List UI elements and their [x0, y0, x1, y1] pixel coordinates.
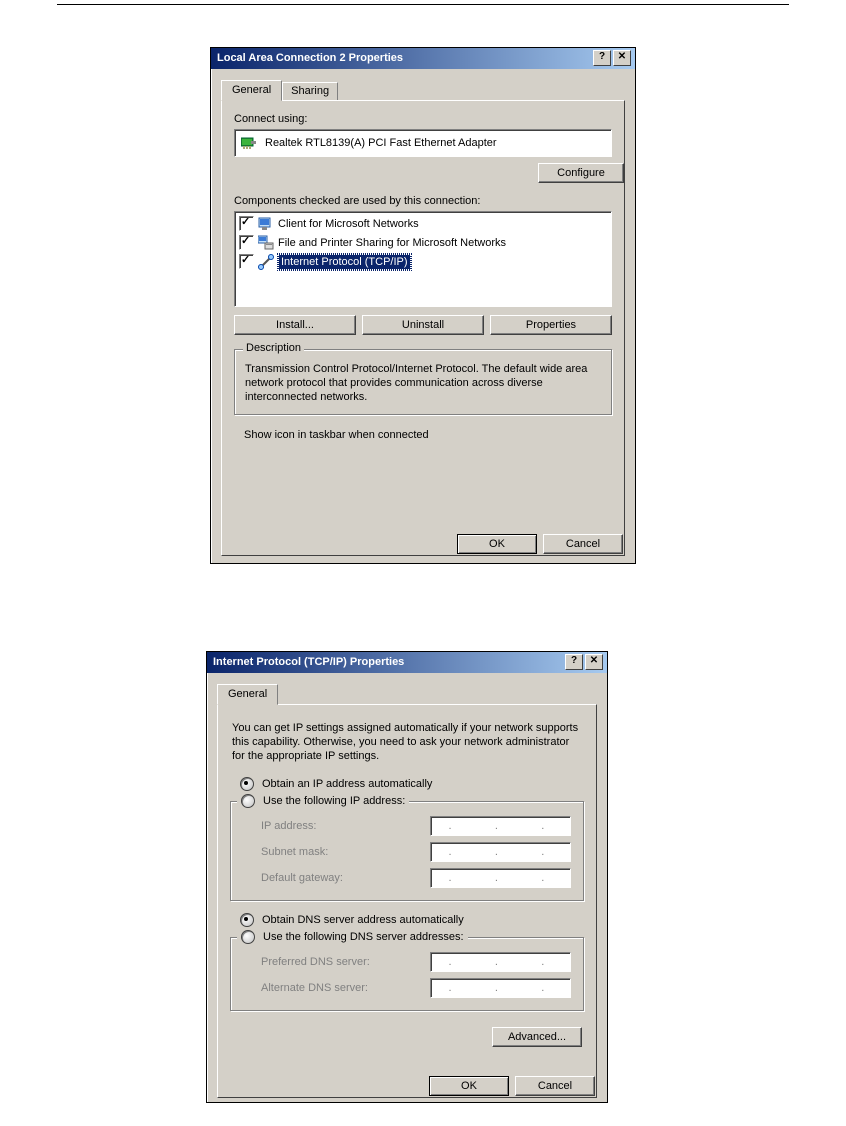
gateway-input[interactable]: ...	[430, 868, 571, 888]
titlebar[interactable]: Local Area Connection 2 Properties ? ✕	[211, 48, 635, 69]
radio-obtain-ip[interactable]	[240, 777, 254, 791]
radio-obtain-dns[interactable]	[240, 913, 254, 927]
checkbox[interactable]	[239, 254, 254, 269]
tab-general[interactable]: General	[217, 684, 278, 705]
close-button[interactable]: ✕	[585, 654, 603, 670]
window-title: Local Area Connection 2 Properties	[217, 52, 593, 64]
tcpip-properties-dialog: Internet Protocol (TCP/IP) Properties ? …	[206, 651, 608, 1103]
checkbox[interactable]	[239, 235, 254, 250]
ok-button[interactable]: OK	[429, 1076, 509, 1096]
ip-address-label: IP address:	[261, 820, 430, 832]
list-item[interactable]: File and Printer Sharing for Microsoft N…	[237, 233, 609, 252]
cancel-button[interactable]: Cancel	[543, 534, 623, 554]
client-icon	[258, 216, 274, 232]
adapter-field: Realtek RTL8139(A) PCI Fast Ethernet Ada…	[234, 129, 612, 157]
adapter-name: Realtek RTL8139(A) PCI Fast Ethernet Ada…	[265, 137, 497, 149]
list-item-label: Internet Protocol (TCP/IP)	[278, 254, 411, 270]
cancel-button[interactable]: Cancel	[515, 1076, 595, 1096]
tab-general[interactable]: General	[221, 80, 282, 101]
help-button[interactable]: ?	[565, 654, 583, 670]
components-label: Components checked are used by this conn…	[234, 195, 612, 207]
connect-using-label: Connect using:	[234, 113, 612, 125]
protocol-icon	[258, 254, 274, 270]
pref-dns-label: Preferred DNS server:	[261, 956, 430, 968]
window-title: Internet Protocol (TCP/IP) Properties	[213, 656, 565, 668]
radio-use-ip[interactable]	[241, 794, 255, 808]
page-divider	[57, 4, 789, 5]
list-item[interactable]: Client for Microsoft Networks	[237, 214, 609, 233]
list-item-label: File and Printer Sharing for Microsoft N…	[278, 237, 506, 249]
description-legend: Description	[243, 342, 304, 354]
help-button[interactable]: ?	[593, 50, 611, 66]
alt-dns-input[interactable]: ...	[430, 978, 571, 998]
subnet-input[interactable]: ...	[430, 842, 571, 862]
configure-button[interactable]: Configure	[538, 163, 624, 183]
advanced-button[interactable]: Advanced...	[492, 1027, 582, 1047]
lan-properties-dialog: Local Area Connection 2 Properties ? ✕ G…	[210, 47, 636, 564]
use-dns-label: Use the following DNS server addresses:	[263, 931, 464, 943]
share-icon	[258, 235, 274, 251]
use-ip-radio-row[interactable]: Use the following IP address:	[237, 794, 409, 808]
obtain-dns-label: Obtain DNS server address automatically	[262, 914, 464, 926]
radio-use-dns[interactable]	[241, 930, 255, 944]
info-text: You can get IP settings assigned automat…	[232, 721, 582, 763]
taskbar-label: Show icon in taskbar when connected	[244, 429, 429, 441]
nic-icon	[241, 136, 257, 150]
list-item[interactable]: Internet Protocol (TCP/IP)	[237, 252, 609, 271]
pref-dns-input[interactable]: ...	[430, 952, 571, 972]
description-text: Transmission Control Protocol/Internet P…	[245, 362, 601, 404]
ok-button[interactable]: OK	[457, 534, 537, 554]
obtain-ip-radio-row[interactable]: Obtain an IP address automatically	[240, 777, 584, 791]
description-group: Description Transmission Control Protoco…	[234, 349, 612, 415]
titlebar[interactable]: Internet Protocol (TCP/IP) Properties ? …	[207, 652, 607, 673]
alt-dns-label: Alternate DNS server:	[261, 982, 430, 994]
subnet-label: Subnet mask:	[261, 846, 430, 858]
gateway-label: Default gateway:	[261, 872, 430, 884]
components-list[interactable]: Client for Microsoft Networks File and P…	[234, 211, 612, 307]
obtain-ip-label: Obtain an IP address automatically	[262, 778, 432, 790]
dns-group: Use the following DNS server addresses: …	[230, 937, 584, 1011]
properties-button[interactable]: Properties	[490, 315, 612, 335]
install-button[interactable]: Install...	[234, 315, 356, 335]
ip-group: Use the following IP address: IP address…	[230, 801, 584, 901]
use-ip-label: Use the following IP address:	[263, 795, 405, 807]
use-dns-radio-row[interactable]: Use the following DNS server addresses:	[237, 930, 468, 944]
obtain-dns-radio-row[interactable]: Obtain DNS server address automatically	[240, 913, 584, 927]
list-item-label: Client for Microsoft Networks	[278, 218, 419, 230]
uninstall-button[interactable]: Uninstall	[362, 315, 484, 335]
ip-address-input[interactable]: ...	[430, 816, 571, 836]
close-button[interactable]: ✕	[613, 50, 631, 66]
checkbox[interactable]	[239, 216, 254, 231]
